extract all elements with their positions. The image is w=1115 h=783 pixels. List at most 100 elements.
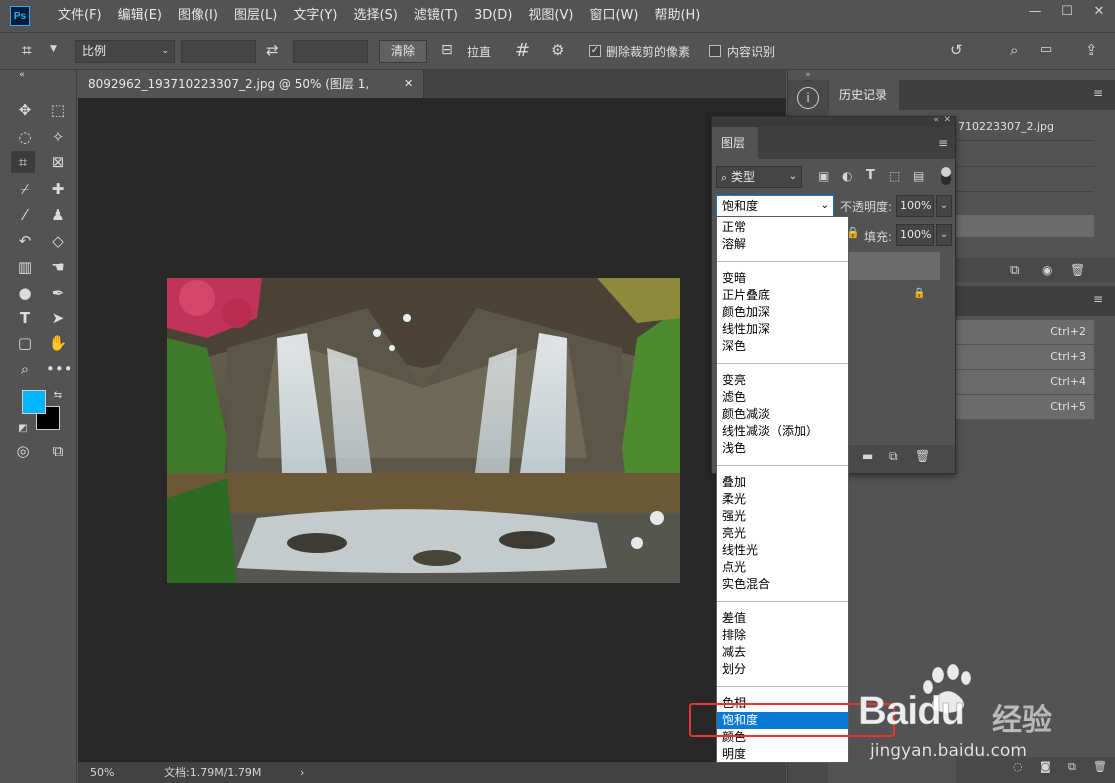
type-layer-filter-icon[interactable]: T: [866, 168, 875, 183]
gear-icon[interactable]: ⚙: [551, 41, 564, 59]
blend-mode-option[interactable]: 颜色减淡: [717, 406, 848, 423]
tab-layers[interactable]: 图层: [712, 127, 758, 159]
content-aware-checkbox[interactable]: [709, 45, 721, 57]
eyedropper-tool-icon[interactable]: ⌿: [13, 178, 37, 200]
ratio-select[interactable]: 比例 ⌄: [75, 40, 175, 63]
clear-button[interactable]: 清除: [379, 40, 427, 63]
camera-icon[interactable]: ◉: [1042, 263, 1052, 277]
frame-tool-icon[interactable]: ⊠: [46, 151, 70, 173]
collapse-icon[interactable]: »: [788, 70, 828, 80]
lasso-tool-icon[interactable]: ◌: [13, 126, 37, 148]
blend-mode-option[interactable]: 正片叠底: [717, 287, 848, 304]
close-tab-icon[interactable]: ✕: [404, 70, 413, 98]
default-colors-icon[interactable]: ◩: [11, 418, 35, 440]
chevron-down-icon[interactable]: ▼: [50, 44, 57, 54]
close-button[interactable]: ✕: [1083, 0, 1115, 22]
panel-drag-bar[interactable]: « ✕: [712, 115, 955, 127]
collapse-icon[interactable]: «: [933, 115, 939, 125]
blend-mode-option[interactable]: 叠加: [717, 474, 848, 491]
blend-mode-option[interactable]: 浅色: [717, 440, 848, 457]
pen-tool-icon[interactable]: ✒: [46, 282, 70, 304]
brush-tool-icon[interactable]: ⁄: [13, 204, 37, 226]
share-icon[interactable]: ⇪: [1085, 41, 1098, 59]
new-document-icon[interactable]: ⧉: [1010, 263, 1019, 278]
menu-item[interactable]: 图层(L): [226, 0, 285, 32]
panel-menu-icon[interactable]: ≡: [938, 136, 948, 150]
filter-toggle[interactable]: [941, 167, 951, 185]
marquee-tool-icon[interactable]: ⬚: [46, 99, 70, 121]
trash-icon[interactable]: 🗑: [1070, 263, 1085, 277]
info-icon[interactable]: i: [797, 87, 819, 109]
blend-mode-option[interactable]: 差值: [717, 610, 848, 627]
blend-mode-option[interactable]: 颜色加深: [717, 304, 848, 321]
channel-row[interactable]: Ctrl+4: [956, 370, 1094, 394]
chevron-down-icon[interactable]: ⌄: [936, 195, 952, 217]
blend-mode-option[interactable]: 线性光: [717, 542, 848, 559]
blend-mode-option[interactable]: 变暗: [717, 270, 848, 287]
crop-tool-icon[interactable]: ⌗: [11, 151, 35, 173]
move-tool-icon[interactable]: ✥: [13, 99, 37, 121]
layer-filter-select[interactable]: ⌕ 类型 ⌄: [716, 166, 802, 188]
blend-mode-option[interactable]: 深色: [717, 338, 848, 355]
stamp-tool-icon[interactable]: ♟: [46, 204, 70, 226]
shape-layer-filter-icon[interactable]: ⬚: [889, 169, 900, 183]
menu-item[interactable]: 帮助(H): [646, 0, 708, 32]
magic-wand-tool-icon[interactable]: ✧: [46, 126, 70, 148]
straighten-icon[interactable]: ⊟: [441, 42, 453, 58]
foreground-color-swatch[interactable]: [22, 390, 46, 414]
blend-mode-option[interactable]: 排除: [717, 627, 848, 644]
more-tools-icon[interactable]: •••: [46, 358, 73, 380]
folder-icon[interactable]: ▬: [862, 449, 873, 463]
history-state-selected[interactable]: [956, 215, 1094, 237]
dodge-tool-icon[interactable]: ●: [13, 282, 37, 304]
tab-history[interactable]: 历史记录: [829, 80, 899, 110]
minimize-button[interactable]: —: [1019, 0, 1051, 22]
chevron-down-icon[interactable]: ⌄: [936, 224, 952, 246]
delete-cropped-checkbox[interactable]: ✓: [589, 45, 601, 57]
workspace-icon[interactable]: ▭: [1040, 42, 1052, 57]
menu-item[interactable]: 3D(D): [466, 0, 520, 32]
layer-row-selected[interactable]: [847, 252, 940, 280]
new-layer-icon[interactable]: ⧉: [889, 449, 898, 464]
hand-tool-icon[interactable]: ✋: [46, 332, 70, 354]
menu-item[interactable]: 窗口(W): [581, 0, 646, 32]
channel-row[interactable]: Ctrl+2: [956, 320, 1094, 344]
swap-colors-icon[interactable]: ⇆: [46, 385, 70, 407]
chevron-right-icon[interactable]: ›: [300, 762, 304, 783]
quick-mask-icon[interactable]: ◎: [11, 440, 35, 462]
healing-brush-tool-icon[interactable]: ✚: [46, 178, 70, 200]
blend-mode-select[interactable]: 饱和度 ⌄: [716, 195, 834, 217]
search-icon[interactable]: ⌕: [1010, 41, 1018, 59]
menu-item[interactable]: 图像(I): [170, 0, 226, 32]
blend-mode-option[interactable]: 明度: [717, 746, 848, 763]
channel-row[interactable]: Ctrl+5: [956, 395, 1094, 419]
close-icon[interactable]: ✕: [943, 115, 951, 125]
blend-mode-option[interactable]: 溶解: [717, 236, 848, 253]
blend-mode-option[interactable]: 变亮: [717, 372, 848, 389]
collapse-icon[interactable]: «: [10, 70, 34, 80]
crop-tool-icon[interactable]: ⌗: [22, 41, 32, 61]
panel-menu-icon[interactable]: ≡: [1093, 86, 1103, 100]
grid-overlay-icon[interactable]: #: [515, 40, 530, 61]
menu-item[interactable]: 滤镜(T): [406, 0, 466, 32]
ratio-width-input[interactable]: [181, 40, 256, 63]
blend-mode-option[interactable]: 滤色: [717, 389, 848, 406]
blend-mode-option[interactable]: 划分: [717, 661, 848, 678]
menu-item[interactable]: 选择(S): [345, 0, 405, 32]
swap-icon[interactable]: ⇄: [266, 41, 279, 59]
blend-mode-option[interactable]: 强光: [717, 508, 848, 525]
menu-item[interactable]: 文字(Y): [285, 0, 345, 32]
fill-input[interactable]: 100%: [896, 224, 934, 246]
straighten-label[interactable]: 拉直: [467, 43, 491, 60]
blend-mode-option[interactable]: 亮光: [717, 525, 848, 542]
history-snapshot-label[interactable]: 710223307_2.jpg: [958, 120, 1054, 133]
zoom-level[interactable]: 50%: [90, 762, 114, 783]
blend-mode-option[interactable]: 线性减淡（添加）: [717, 423, 848, 440]
document-info[interactable]: 文档:1.79M/1.79M: [164, 762, 261, 783]
gradient-tool-icon[interactable]: ▥: [13, 256, 37, 278]
menu-item[interactable]: 文件(F): [50, 0, 110, 32]
blend-mode-option[interactable]: 柔光: [717, 491, 848, 508]
menu-item[interactable]: 视图(V): [520, 0, 581, 32]
shape-tool-icon[interactable]: ▢: [13, 332, 37, 354]
adjustment-layer-filter-icon[interactable]: ◐: [842, 169, 852, 183]
